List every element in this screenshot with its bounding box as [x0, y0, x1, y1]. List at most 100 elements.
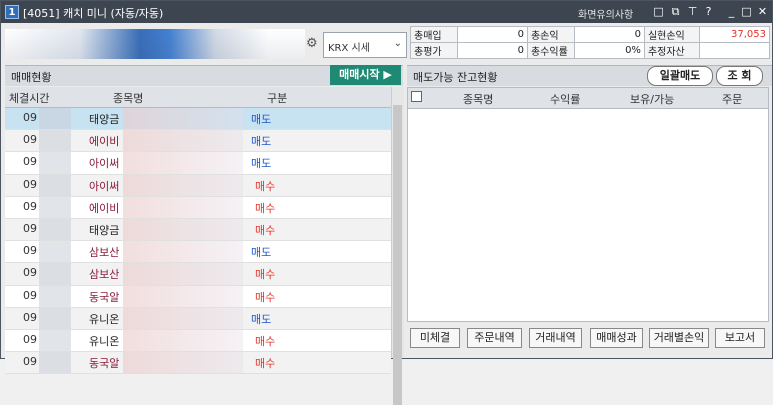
table-row[interactable]: 09 태양금 매수 [5, 218, 391, 242]
est-assets-value [699, 42, 770, 59]
market-select-value: KRX 시세 [328, 43, 370, 54]
minimize-icon[interactable]: _ [725, 5, 738, 18]
name-blur [123, 285, 243, 307]
total-buy-value: 0 [457, 26, 528, 43]
table-row[interactable]: 09 태양금 매도 [5, 108, 391, 131]
name-blur [123, 329, 243, 352]
side-cell: 매수 [255, 179, 276, 193]
time-blur [39, 307, 71, 329]
table-row[interactable]: 09 삼보산 매도 [5, 241, 391, 264]
summary-grid: 총매입 0 총손익 0 실현손익 37,053 총평가 0 총수익률 0% 추정… [409, 26, 770, 59]
total-eval-value: 0 [457, 42, 528, 59]
table-row[interactable]: 09 에이비 매수 [5, 196, 391, 219]
side-cell: 매도 [251, 312, 272, 326]
trade-table-header: 체결시간 종목명 구분 [5, 87, 391, 108]
stock-name-cell: 태양금 [89, 223, 120, 237]
time-blur [39, 263, 71, 285]
time-blur [39, 152, 71, 174]
trade-performance-button[interactable]: 매매성과 [590, 328, 643, 348]
side-cell: 매수 [255, 268, 276, 282]
query-button[interactable]: 조 회 [716, 66, 763, 86]
side-cell: 매수 [255, 357, 276, 371]
col-holding[interactable]: 보유/가능 [630, 91, 674, 107]
exec-time-cell: 09 [23, 355, 37, 369]
maximize-icon[interactable]: □ [740, 5, 753, 18]
table-row[interactable]: 09 유니온 매수 [5, 329, 391, 353]
name-blur [123, 241, 243, 263]
bulk-sell-button[interactable]: 일괄매도 [647, 66, 713, 86]
name-blur [123, 263, 243, 285]
pnl-by-trade-button[interactable]: 거래별손익 [649, 328, 709, 348]
col-exec-time[interactable]: 체결시간 [9, 90, 49, 106]
name-blur [123, 196, 243, 218]
pin-icon[interactable]: ⊤ [686, 5, 699, 18]
table-row[interactable]: 09 아이써 매도 [5, 152, 391, 175]
name-blur [123, 218, 243, 241]
sellable-balance-title: 매도가능 잔고현황 [413, 71, 498, 84]
window-number-badge: 1 [5, 5, 19, 19]
balance-table: 종목명 수익률 보유/가능 주문 [407, 87, 769, 322]
chevron-down-icon: ⌄ [393, 38, 402, 49]
est-assets-label: 추정자산 [643, 42, 701, 59]
table-row[interactable]: 09 동국알 매수 [5, 285, 391, 308]
side-cell: 매수 [255, 290, 276, 304]
select-all-checkbox[interactable] [411, 91, 422, 102]
table-row[interactable]: 09 동국알 매수 [5, 352, 391, 375]
trade-table: 체결시간 종목명 구분 09 태양금 매도 09 에이비 매도 09 아이써 매도 09 아이써 매수… [5, 87, 391, 375]
account-selector[interactable] [5, 29, 305, 59]
time-blur [39, 285, 71, 307]
stock-name-cell: 동국알 [89, 290, 120, 304]
start-trading-button[interactable]: 매매시작 ▶ [330, 65, 401, 85]
col-stock-name[interactable]: 종목명 [463, 91, 493, 107]
stock-name-cell: 삼보산 [89, 246, 120, 260]
name-blur [123, 130, 243, 152]
table-row[interactable]: 09 삼보산 매수 [5, 263, 391, 286]
total-pnl-label: 총손익 [526, 26, 576, 43]
side-cell: 매수 [255, 334, 276, 348]
name-blur [123, 307, 243, 329]
exec-time-cell: 09 [23, 332, 37, 346]
title-bar[interactable]: 1 [4051] 캐치 미니 (자동/자동) 화면유의사항 □ ⧉ ⊤ ? _ … [1, 1, 772, 23]
time-blur [39, 329, 71, 352]
stock-name-cell: 동국알 [89, 357, 120, 371]
stock-name-cell: 아이써 [89, 179, 120, 193]
side-cell: 매도 [251, 135, 272, 149]
exec-time-cell: 09 [23, 310, 37, 324]
exec-time-cell: 09 [23, 244, 37, 258]
col-stock-name[interactable]: 종목명 [113, 90, 143, 106]
report-button[interactable]: 보고서 [715, 328, 765, 348]
side-cell: 매수 [255, 223, 276, 237]
exec-time-cell: 09 [23, 177, 37, 191]
realized-pnl-label: 실현손익 [643, 26, 701, 43]
help-icon[interactable]: ? [702, 5, 715, 18]
exec-time-cell: 09 [23, 155, 37, 169]
screen-caution-link[interactable]: 화면유의사항 [578, 6, 633, 21]
unfilled-button[interactable]: 미체결 [410, 328, 460, 348]
side-cell: 매도 [251, 113, 272, 126]
side-cell: 매도 [251, 246, 272, 260]
time-blur [39, 352, 71, 374]
table-row[interactable]: 09 아이써 매수 [5, 174, 391, 197]
col-side[interactable]: 구분 [267, 90, 287, 106]
account-blur [5, 29, 305, 59]
order-history-button[interactable]: 주문내역 [467, 328, 522, 348]
window-title: [4051] 캐치 미니 (자동/자동) [23, 7, 164, 20]
time-blur [39, 130, 71, 152]
table-row[interactable]: 09 에이비 매도 [5, 130, 391, 153]
trade-table-scrollbar[interactable] [391, 87, 404, 405]
gear-icon[interactable]: ⚙ [306, 37, 319, 50]
table-row[interactable]: 09 유니온 매도 [5, 307, 391, 330]
total-eval-label: 총평가 [409, 42, 459, 59]
col-return[interactable]: 수익률 [550, 91, 580, 107]
stock-name-cell: 태양금 [89, 113, 120, 126]
scroll-thumb[interactable] [393, 105, 402, 405]
trade-history-button[interactable]: 거래내역 [529, 328, 582, 348]
col-order[interactable]: 주문 [722, 91, 742, 107]
close-icon[interactable]: ✕ [756, 5, 769, 18]
restore-icon[interactable]: ⧉ [669, 5, 682, 18]
side-cell: 매도 [251, 157, 272, 171]
window-icon[interactable]: □ [652, 5, 665, 18]
market-select[interactable]: KRX 시세 ⌄ [323, 32, 407, 58]
total-return-label: 총수익률 [526, 42, 576, 59]
time-blur [39, 196, 71, 218]
